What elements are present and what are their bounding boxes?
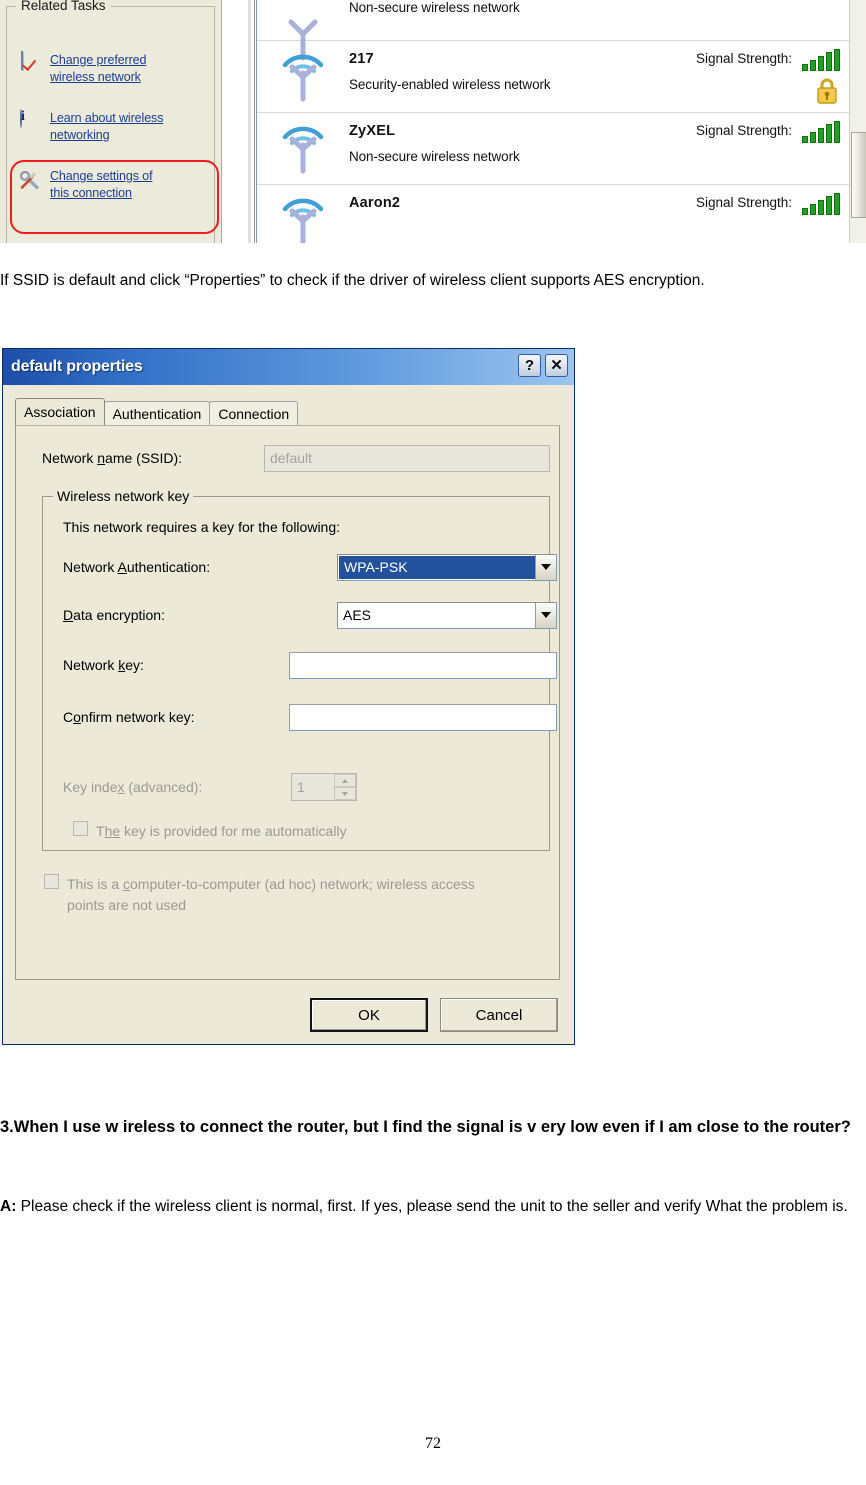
question-heading: 3.When I use w ireless to connect the ro… — [0, 1118, 851, 1136]
wifi-icon — [282, 54, 324, 102]
intro-paragraph: If SSID is default and click “Properties… — [0, 272, 705, 289]
group-caption: Wireless network key — [53, 488, 194, 504]
confirm-network-key-row: Confirm network key: — [63, 703, 557, 731]
adhoc-checkbox-row[interactable]: This is a computer-to-computer (ad hoc) … — [44, 874, 514, 916]
key-index-value: 1 — [297, 779, 305, 795]
available-networks-list[interactable]: Non-secure wireless network 217 Security… — [256, 0, 866, 243]
auto-key-label: The key is provided for me automatically — [96, 823, 347, 839]
confirm-network-key-label: Confirm network key: — [63, 709, 195, 725]
ssid-label: Network name (SSID): — [42, 450, 183, 466]
network-list-item[interactable]: ZyXEL Non-secure wireless network Signal… — [257, 113, 866, 185]
network-authentication-row: Network Authentication: WPA-PSK — [63, 553, 557, 581]
related-task-change-settings[interactable]: Change settings of this connection — [18, 168, 170, 202]
help-button[interactable]: ? — [518, 354, 541, 377]
page-number: 72 — [425, 1435, 441, 1452]
stepper-down-icon[interactable] — [334, 787, 356, 800]
related-task-learn-about-wireless[interactable]: Learn about wireless networking — [18, 109, 170, 144]
answer-lead: A: — [0, 1198, 17, 1215]
related-task-change-preferred-network[interactable]: Change preferred wireless network — [18, 51, 170, 86]
signal-strength-bars — [802, 193, 850, 215]
default-properties-dialog: default properties ? ✕ Association Authe… — [2, 348, 575, 1045]
ssid-row: Network name (SSID): default — [42, 444, 550, 472]
signal-strength-label: Signal Strength: — [695, 51, 792, 66]
signal-strength-bars — [802, 121, 850, 143]
related-task-label: Change preferred wireless network — [50, 53, 147, 84]
stepper-up-icon[interactable] — [334, 774, 356, 787]
wireless-network-screenshot: Related Tasks Change preferred wireless … — [0, 0, 866, 243]
dialog-tabs[interactable]: Association Authentication Connection — [15, 398, 299, 425]
network-description: Non-secure wireless network — [349, 0, 520, 15]
wireless-network-key-group: Wireless network key This network requir… — [42, 488, 557, 851]
data-encryption-row: Data encryption: AES — [63, 601, 557, 629]
tab-association[interactable]: Association — [15, 398, 105, 425]
cancel-button[interactable]: Cancel — [440, 998, 558, 1032]
adhoc-label: This is a computer-to-computer (ad hoc) … — [67, 876, 475, 913]
network-list-item[interactable]: Non-secure wireless network — [257, 0, 866, 61]
related-task-label: Change settings of this connection — [50, 169, 153, 200]
network-key-label: Network key: — [63, 657, 144, 673]
network-authentication-select[interactable]: WPA-PSK — [337, 553, 557, 581]
network-description: Security-enabled wireless network — [349, 77, 551, 92]
adhoc-checkbox[interactable] — [44, 874, 59, 889]
network-ssid: ZyXEL — [349, 123, 396, 139]
key-index-label: Key index (advanced): — [63, 779, 203, 795]
network-key-row: Network key: — [63, 651, 557, 679]
confirm-network-key-input[interactable] — [289, 703, 557, 731]
key-index-stepper[interactable]: 1 — [291, 773, 357, 801]
tools-icon — [18, 168, 42, 192]
network-list-scrollbar[interactable] — [849, 0, 866, 243]
scrollbar-thumb[interactable] — [851, 132, 866, 218]
auto-key-checkbox[interactable] — [73, 821, 88, 836]
signal-strength-label: Signal Strength: — [695, 123, 792, 138]
related-task-label: Learn about wireless networking — [50, 111, 164, 142]
answer-paragraph: A: Please check if the wireless client i… — [0, 1188, 866, 1226]
signal-strength-label: Signal Strength: — [695, 195, 792, 210]
network-ssid: Aaron2 — [349, 195, 401, 211]
related-tasks-title: Related Tasks — [16, 0, 111, 13]
answer-text: Please check if the wireless client is n… — [16, 1198, 848, 1215]
lock-icon — [817, 78, 837, 104]
key-index-row: Key index (advanced): 1 — [63, 773, 533, 801]
pane-divider — [223, 0, 255, 243]
auto-key-checkbox-row[interactable]: The key is provided for me automatically — [73, 821, 523, 842]
ok-button[interactable]: OK — [310, 998, 428, 1032]
data-encryption-label: Data encryption: — [63, 607, 165, 623]
chevron-down-icon[interactable] — [535, 602, 556, 628]
network-key-input[interactable] — [289, 651, 557, 679]
close-icon[interactable]: ✕ — [545, 354, 568, 377]
dialog-button-row: OK Cancel — [310, 998, 558, 1032]
dialog-title: default properties — [11, 358, 143, 375]
wifi-icon — [282, 198, 324, 243]
wifi-icon — [282, 126, 324, 174]
preferred-network-icon — [18, 51, 42, 76]
signal-strength-bars — [802, 49, 850, 71]
tab-authentication[interactable]: Authentication — [103, 401, 211, 425]
tab-connection[interactable]: Connection — [209, 401, 299, 425]
association-tab-panel: Network name (SSID): default Wireless ne… — [15, 425, 560, 980]
data-encryption-select[interactable]: AES — [337, 601, 557, 629]
ssid-input[interactable]: default — [264, 444, 550, 472]
network-description: Non-secure wireless network — [349, 149, 520, 164]
chevron-down-icon[interactable] — [535, 554, 556, 580]
network-list-item[interactable]: 217 Security-enabled wireless network Si… — [257, 41, 866, 113]
key-required-description: This network requires a key for the foll… — [63, 519, 341, 535]
dialog-titlebar: default properties ? ✕ — [3, 349, 574, 385]
network-list-item[interactable]: Aaron2 Signal Strength: — [257, 185, 866, 243]
related-tasks-pane: Related Tasks Change preferred wireless … — [0, 0, 222, 243]
network-authentication-label: Network Authentication: — [63, 559, 211, 575]
info-icon — [18, 109, 42, 134]
dialog-body: Association Authentication Connection Ne… — [3, 385, 574, 1044]
network-ssid: 217 — [349, 51, 374, 67]
